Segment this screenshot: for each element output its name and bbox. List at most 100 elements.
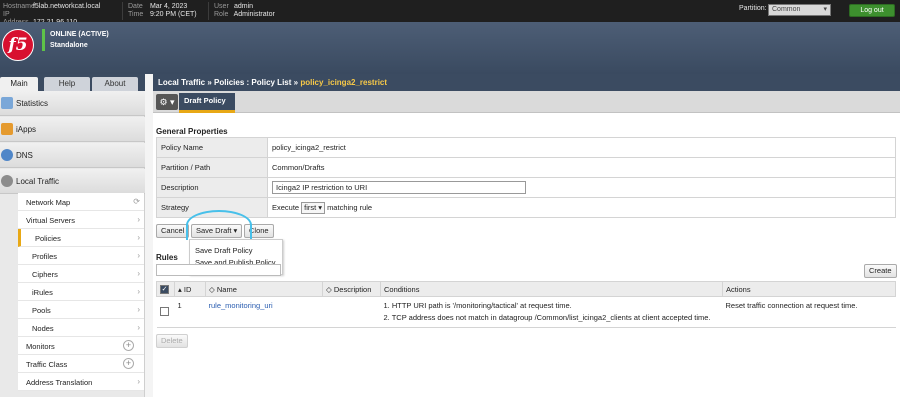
chevron-down-icon: ▾ [318, 202, 323, 212]
rule-conditions: 1. HTTP URI path is '/monitoring/tactica… [380, 296, 723, 328]
rules-filter-input[interactable] [156, 264, 281, 276]
user-label: User [214, 3, 229, 10]
col-id[interactable]: ▴ ID [174, 281, 206, 297]
sidebar-item-network-map[interactable]: Network Map ⟳ [18, 193, 144, 211]
partition-select[interactable]: Common ▾ [768, 4, 831, 16]
sidebar-item-monitors[interactable]: Monitors + [18, 337, 144, 355]
create-button[interactable]: Create [864, 264, 897, 278]
delete-button[interactable]: Delete [156, 334, 188, 348]
header-band [0, 22, 900, 74]
col-conditions: Conditions [380, 281, 723, 297]
sidebar-item-traffic-class[interactable]: Traffic Class + [18, 355, 144, 373]
add-icon[interactable]: + [123, 340, 134, 351]
item-label: Network Map [26, 198, 71, 207]
col-description[interactable]: ◇ Description [322, 281, 381, 297]
policy-name-label: Policy Name [156, 137, 268, 158]
description-cell: Icinga2 IP restriction to URI [267, 177, 896, 198]
hostname-label: Hostname [3, 3, 35, 10]
sidebar-item-virtual-servers[interactable]: Virtual Servers › [18, 211, 144, 229]
select-all-cell: ✓ [156, 281, 175, 297]
sidebar-item-profiles[interactable]: Profiles › [18, 247, 144, 265]
partition-path-label: Partition / Path [156, 157, 268, 178]
sidebar-section-local-traffic[interactable]: Local Traffic [0, 169, 145, 194]
col-id-label: ID [183, 284, 192, 294]
table-row: Strategy Execute first ▾ matching rule [156, 197, 896, 218]
save-draft-policy-item[interactable]: Save Draft Policy [195, 246, 253, 255]
sidebar-item-ciphers[interactable]: Ciphers › [18, 265, 144, 283]
sidebar-item-irules[interactable]: iRules › [18, 283, 144, 301]
table-row: 1 rule_monitoring_uri 1. HTTP URI path i… [156, 296, 896, 328]
chart-icon [1, 97, 13, 109]
rule-name-link[interactable]: rule_monitoring_uri [205, 296, 323, 328]
divider [122, 2, 123, 20]
section-label: Statistics [16, 99, 49, 108]
sidebar-item-policies[interactable]: Policies › [18, 229, 144, 247]
item-label: iRules [32, 288, 53, 297]
annotation-circle [186, 210, 252, 240]
col-name[interactable]: ◇ Name [205, 281, 323, 297]
policy-name-value: policy_icinga2_restrict [267, 137, 896, 158]
strategy-select[interactable]: first ▾ [301, 201, 326, 214]
chevron-right-icon: › [137, 287, 140, 296]
breadcrumb-local-traffic[interactable]: Local Traffic [158, 78, 205, 87]
tab-help[interactable]: Help [44, 77, 90, 91]
table-row: Policy Name policy_icinga2_restrict [156, 137, 896, 158]
item-label: Address Translation [26, 378, 93, 387]
logout-button[interactable]: Log out [849, 4, 895, 17]
item-label: Nodes [32, 324, 54, 333]
col-actions: Actions [722, 281, 896, 297]
sidebar-item-nodes[interactable]: Nodes › [18, 319, 144, 337]
tab-main[interactable]: Main [0, 77, 38, 91]
sidebar-item-address-translation[interactable]: Address Translation › [18, 373, 144, 391]
tab-draft-policy[interactable]: Draft Policy [179, 93, 235, 113]
chevron-right-icon: › [137, 269, 140, 278]
rule-description [322, 296, 381, 328]
item-label: Pools [32, 306, 51, 315]
sidebar-section-dns[interactable]: DNS [0, 143, 145, 168]
partition-label: Partition: [739, 5, 767, 12]
table-header: ✓ ▴ ID ◇ Name ◇ Description Conditions A… [156, 281, 896, 297]
table-row: Partition / Path Common/Drafts [156, 157, 896, 178]
chevron-down-icon: ▾ [823, 6, 827, 13]
breadcrumb-policy-list[interactable]: Policies : Policy List [214, 78, 291, 87]
strategy-prefix: Execute [272, 202, 300, 212]
item-label: Traffic Class [26, 360, 68, 369]
chevron-right-icon: › [137, 377, 140, 386]
item-label: Monitors [26, 342, 55, 351]
row-checkbox[interactable] [159, 306, 169, 316]
chevron-right-icon: › [137, 233, 140, 242]
f5-logo: f5 [2, 29, 34, 61]
sidebar-section-statistics[interactable]: Statistics [0, 91, 145, 116]
strategy-select-value: first [304, 202, 317, 212]
iapps-icon [1, 123, 13, 135]
datetime-info: Date Mar 4, 2023 Time 9:20 PM (CET) [128, 3, 197, 19]
select-all-checkbox[interactable]: ✓ [160, 284, 169, 294]
strategy-suffix: matching rule [327, 202, 373, 212]
user-info: User admin Role Administrator [214, 3, 275, 19]
add-icon[interactable]: + [123, 358, 134, 369]
cancel-button[interactable]: Cancel [156, 224, 190, 238]
status-mode: Standalone [50, 42, 88, 49]
role-value: Administrator [233, 11, 275, 18]
toolbar: ⚙ ▾ Draft Policy [153, 91, 900, 113]
user-value: admin [233, 3, 254, 10]
sidebar-section-iapps[interactable]: iApps [0, 117, 145, 142]
tab-about[interactable]: About [92, 77, 138, 91]
sidebar-item-pools[interactable]: Pools › [18, 301, 144, 319]
section-label: iApps [16, 125, 37, 134]
item-label: Profiles [32, 252, 58, 261]
chevron-right-icon: › [137, 215, 140, 224]
condition-item: 2. TCP address does not match in datagro… [383, 313, 711, 322]
general-properties-table: Policy Name policy_icinga2_restrict Part… [156, 137, 896, 218]
section-label: Local Traffic [16, 177, 59, 186]
rule-id: 1 [174, 296, 206, 328]
sort-icon: ▴ [178, 284, 182, 294]
gear-menu-button[interactable]: ⚙ ▾ [156, 94, 178, 110]
rules-table: ✓ ▴ ID ◇ Name ◇ Description Conditions A… [156, 281, 896, 328]
sort-icon: ◇ [209, 284, 215, 294]
condition-item: 1. HTTP URI path is '/monitoring/tactica… [383, 301, 572, 310]
item-label: Virtual Servers [26, 216, 76, 225]
role-label: Role [214, 11, 229, 18]
description-field[interactable]: Icinga2 IP restriction to URI [272, 181, 526, 194]
rule-action: Reset traffic connection at request time… [722, 296, 896, 328]
